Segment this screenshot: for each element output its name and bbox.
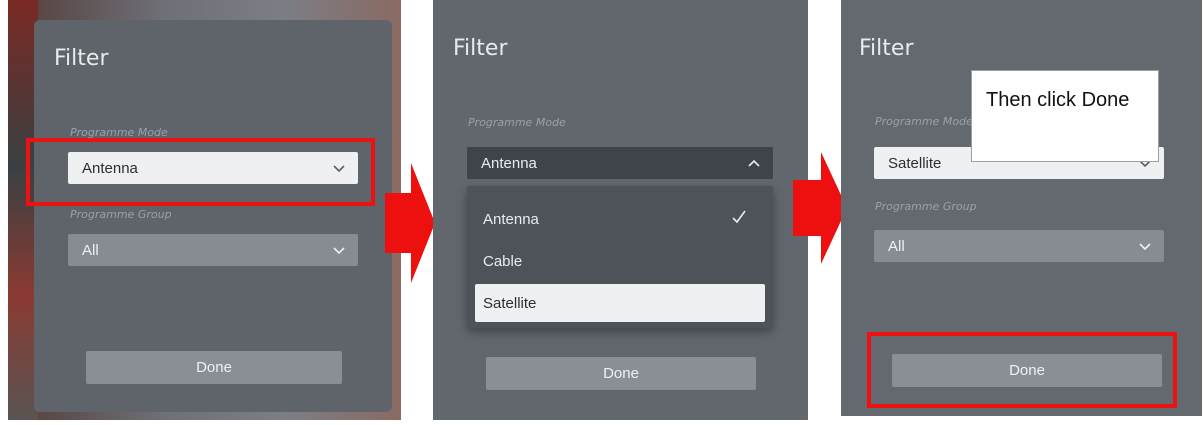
instruction-callout: Then click Done <box>971 70 1159 162</box>
done-button[interactable]: Done <box>86 351 342 384</box>
option-label: Cable <box>483 252 523 270</box>
option-antenna[interactable]: Antenna <box>467 200 773 238</box>
programme-mode-dropdown: Antenna Cable Satellite <box>467 186 773 328</box>
programme-mode-value: Antenna <box>481 154 537 172</box>
arrow-right-icon <box>385 163 435 283</box>
filter-dialog: Filter Programme Mode Antenna Antenna Ca… <box>433 0 808 420</box>
dialog-title: Filter <box>859 36 914 61</box>
option-label: Satellite <box>483 294 537 312</box>
programme-mode-value: Satellite <box>888 154 942 172</box>
programme-mode-value: Antenna <box>82 159 138 177</box>
check-icon <box>732 210 746 224</box>
option-cable[interactable]: Cable <box>467 242 773 280</box>
chevron-down-icon <box>333 247 345 255</box>
screenshot-step-1: Filter Programme Mode Antenna Programme … <box>8 0 401 420</box>
programme-mode-label: Programme Mode <box>70 126 168 139</box>
programme-mode-select[interactable]: Antenna <box>68 152 358 184</box>
chevron-down-icon <box>1139 243 1151 251</box>
programme-group-value: All <box>888 237 905 255</box>
screenshot-step-2: Filter Programme Mode Antenna Antenna Ca… <box>433 0 808 420</box>
programme-mode-label: Programme Mode <box>875 115 973 128</box>
filter-dialog: Filter Programme Mode Satellite Programm… <box>841 0 1202 416</box>
chevron-down-icon <box>333 165 345 173</box>
programme-mode-select[interactable]: Antenna <box>467 147 773 179</box>
dialog-title: Filter <box>54 46 109 71</box>
screenshot-step-3: Filter Programme Mode Satellite Programm… <box>841 0 1202 416</box>
programme-mode-label: Programme Mode <box>468 116 566 129</box>
chevron-up-icon <box>748 159 760 167</box>
filter-dialog: Filter Programme Mode Antenna Programme … <box>34 20 392 412</box>
option-satellite[interactable]: Satellite <box>475 284 765 322</box>
option-label: Antenna <box>483 210 539 228</box>
arrow-right-icon <box>793 152 847 264</box>
programme-group-label: Programme Group <box>875 200 977 213</box>
programme-group-label: Programme Group <box>70 208 172 221</box>
programme-group-select[interactable]: All <box>68 234 358 266</box>
dialog-title: Filter <box>453 36 508 61</box>
programme-group-value: All <box>82 241 99 259</box>
programme-group-select[interactable]: All <box>874 230 1164 262</box>
done-button[interactable]: Done <box>892 354 1162 387</box>
done-button[interactable]: Done <box>486 357 756 390</box>
